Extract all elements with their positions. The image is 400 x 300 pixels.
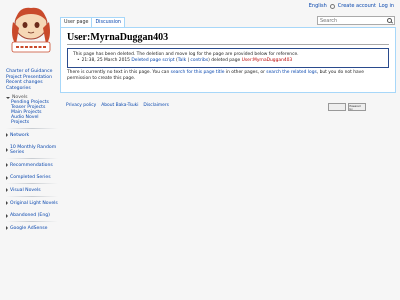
deletion-log-box: This page has been deleted. The deletion… [67, 48, 389, 68]
language-link[interactable]: English [309, 3, 327, 9]
portal-network-toggle[interactable]: Network [6, 133, 58, 138]
portal-label: Visual Novels [10, 187, 41, 193]
portal-label: Completed Series [10, 175, 51, 181]
sidebar-item-audio-novel-projects[interactable]: Audio Novel Projects [11, 115, 58, 125]
portal-abandoned-toggle[interactable]: Abandoned (Eng) [6, 213, 58, 218]
footer-about-link[interactable]: About Baka-Tsuki [101, 103, 138, 108]
footer-disclaimers-link[interactable]: Disclaimers [143, 103, 169, 108]
portal-label: 10 Monthly Random Series [10, 145, 57, 156]
powered-by-mediawiki-icon[interactable]: Powered by MediaWiki [348, 103, 366, 111]
chevron-right-icon [6, 226, 8, 231]
footer-links: Privacy policy About Baka-Tsuki Disclaim… [66, 103, 169, 108]
portal-novels: Novels Pending Projects Teaser Projects … [6, 95, 58, 129]
portal-abandoned: Abandoned (Eng) [6, 213, 58, 222]
copyright-badge-icon[interactable] [328, 103, 346, 111]
search-input[interactable] [318, 17, 386, 24]
log-action: deleted page [211, 58, 241, 63]
chevron-right-icon [6, 175, 8, 180]
chevron-down-icon [6, 96, 10, 99]
log-entry: 21:38, 25 March 2015 Deleted page script… [77, 58, 385, 64]
chevron-right-icon [6, 213, 8, 218]
portal-network: Network [6, 133, 58, 142]
portal-visual-novels-toggle[interactable]: Visual Novels [6, 188, 58, 193]
page-title: User:MyrnaDuggan403 [67, 32, 389, 45]
log-talk-link[interactable]: Talk [178, 58, 186, 63]
log-user-link[interactable]: Deleted page script [131, 58, 174, 63]
user-icon [329, 3, 335, 9]
portal-label: Google AdSense [10, 225, 48, 231]
personal-links: English Create account Log in [309, 3, 394, 9]
login-link[interactable]: Log in [379, 3, 394, 9]
search-logs-link[interactable]: search the related logs [266, 70, 317, 75]
chevron-right-icon [6, 133, 8, 138]
portal-visual-novels: Visual Novels [6, 188, 58, 197]
search-icon[interactable] [387, 18, 392, 23]
no-text-message: There is currently no text in this page.… [67, 70, 389, 82]
portal-label: Recommendations [10, 162, 53, 168]
log-time: 21:38, 25 March 2015 [81, 58, 130, 63]
portal-original-light-novels: Original Light Novels [6, 201, 58, 210]
portal-label: Abandoned (Eng) [10, 213, 50, 219]
portal-label: Original Light Novels [10, 200, 58, 206]
portal-random-series: 10 Monthly Random Series [6, 145, 58, 159]
chevron-right-icon [6, 188, 8, 193]
search-title-link[interactable]: search for this page title [171, 70, 225, 75]
portal-random-series-toggle[interactable]: 10 Monthly Random Series [6, 145, 58, 155]
chevron-right-icon [6, 148, 8, 153]
footer-privacy-link[interactable]: Privacy policy [66, 103, 96, 108]
portal-completed-series-toggle[interactable]: Completed Series [6, 175, 58, 180]
body-prefix: There is currently no text in this page.… [67, 70, 170, 75]
search-box [317, 16, 395, 25]
sidebar-item-categories[interactable]: Categories [6, 86, 58, 92]
main-content: User:MyrnaDuggan403 This page has been d… [60, 27, 396, 93]
portal-google-adsense-toggle[interactable]: Google AdSense [6, 226, 58, 231]
tab-user-page[interactable]: User page [60, 17, 93, 27]
chevron-right-icon [6, 201, 8, 206]
sidebar-item-charter[interactable]: Charter of Guidance [6, 69, 58, 75]
log-contribs-link[interactable]: contribs [190, 58, 208, 63]
portal-label: Network [10, 132, 30, 138]
body-mid: in other pages, or [225, 70, 265, 75]
site-logo[interactable] [4, 4, 58, 54]
footer-icons: Powered by MediaWiki [328, 103, 366, 111]
sidebar-nav: Charter of Guidance Project Presentation… [6, 69, 58, 91]
create-account-link[interactable]: Create account [338, 3, 376, 9]
portal-recommendations: Recommendations [6, 163, 58, 172]
sidebar: Charter of Guidance Project Presentation… [6, 69, 58, 231]
portal-original-light-novels-toggle[interactable]: Original Light Novels [6, 201, 58, 206]
tab-discussion[interactable]: Discussion [92, 17, 125, 27]
portal-recommendations-toggle[interactable]: Recommendations [6, 163, 58, 168]
page-tabs: User page Discussion [60, 17, 125, 27]
chevron-right-icon [6, 163, 8, 168]
log-target-link[interactable]: User:MyrnaDuggan403 [242, 58, 293, 63]
portal-google-adsense: Google AdSense [6, 226, 58, 231]
portal-completed-series: Completed Series [6, 175, 58, 184]
